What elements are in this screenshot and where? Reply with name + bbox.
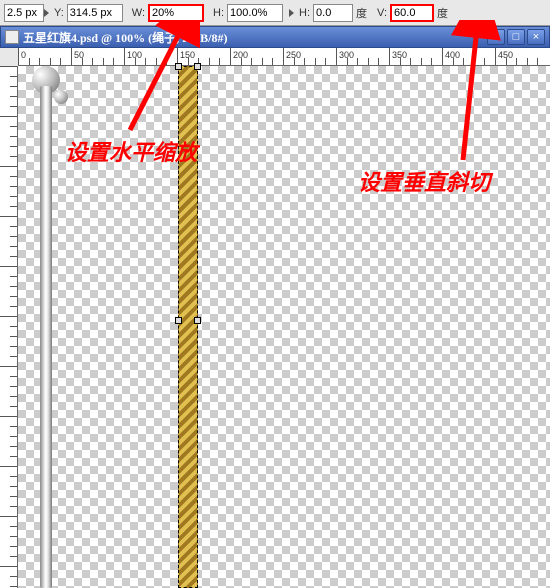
skew-v-input[interactable] bbox=[390, 4, 434, 22]
h-label: H: bbox=[213, 7, 224, 19]
tri-icon-2 bbox=[289, 9, 294, 17]
document-icon bbox=[5, 30, 19, 44]
transform-handle[interactable] bbox=[175, 317, 182, 324]
y-label: Y: bbox=[54, 7, 64, 19]
ruler-horizontal bbox=[18, 48, 550, 66]
skew-h-label: H: bbox=[299, 7, 310, 19]
minimize-button[interactable]: − bbox=[487, 29, 505, 45]
w-input[interactable] bbox=[148, 4, 204, 22]
annotation-text-right: 设置垂直斜切 bbox=[358, 165, 490, 197]
deg1-label: 度 bbox=[356, 5, 367, 21]
document-title: 五星红旗4.psd @ 100% (绳子, RGB/8#) bbox=[23, 29, 487, 46]
h-input[interactable] bbox=[227, 4, 283, 22]
deg2-label: 度 bbox=[437, 5, 448, 21]
tri-icon bbox=[44, 9, 49, 17]
skew-v-label: V: bbox=[377, 7, 387, 19]
maximize-button[interactable]: □ bbox=[507, 29, 525, 45]
document-titlebar: 五星红旗4.psd @ 100% (绳子, RGB/8#) − □ × bbox=[0, 26, 550, 48]
skew-h-input[interactable] bbox=[313, 4, 353, 22]
y-input[interactable] bbox=[67, 4, 123, 22]
flagpole bbox=[40, 86, 52, 588]
transform-handle[interactable] bbox=[194, 63, 201, 70]
w-label: W: bbox=[132, 7, 145, 19]
x-input[interactable] bbox=[4, 4, 44, 22]
close-button[interactable]: × bbox=[527, 29, 545, 45]
transform-handle[interactable] bbox=[194, 317, 201, 324]
annotation-text-left: 设置水平缩放 bbox=[65, 135, 197, 167]
flagpole-ball-small bbox=[54, 90, 68, 104]
transform-handle[interactable] bbox=[175, 63, 182, 70]
transform-options-bar: Y: W: H: H: 度 V: 度 bbox=[0, 0, 550, 26]
ruler-vertical bbox=[0, 66, 18, 588]
